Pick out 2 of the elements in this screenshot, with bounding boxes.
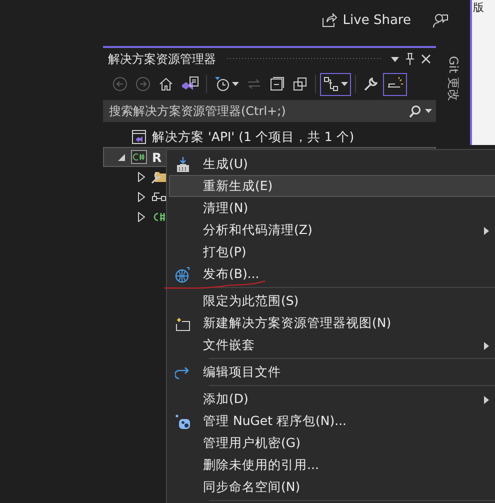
window-text: 版 bbox=[472, 0, 485, 16]
panel-title: 解决方案资源管理器 bbox=[108, 50, 216, 68]
